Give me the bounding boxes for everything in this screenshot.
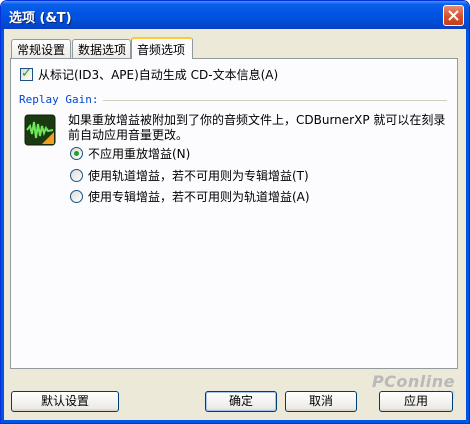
cd-text-checkbox[interactable]: ✓ (20, 66, 33, 81)
group-divider (103, 100, 447, 101)
window-frame-right (466, 29, 469, 423)
window-frame-bottom (1, 420, 469, 423)
ok-button[interactable]: 确定 (205, 391, 277, 412)
radio-no-replay-gain[interactable] (70, 147, 83, 160)
window-frame-left (1, 29, 4, 423)
tab-data[interactable]: 数据选项 (72, 39, 131, 59)
radio-label-album-gain[interactable]: 使用专辑增益，若不可用则为轨道增益(A) (88, 188, 310, 205)
tab-label: 音频选项 (137, 43, 186, 57)
tab-label: 数据选项 (78, 43, 127, 57)
cancel-button[interactable]: 取消 (285, 391, 357, 412)
options-dialog: 选项 (&T) 常规设置 数据选项 音频选项 ✓ 从标记(ID3、APE)自动生… (0, 0, 470, 424)
close-button[interactable] (443, 5, 464, 26)
radio-track-gain[interactable] (70, 169, 83, 182)
audio-options-panel: ✓ 从标记(ID3、APE)自动生成 CD-文本信息(A) Replay Gai… (10, 58, 458, 369)
radio-album-gain[interactable] (70, 190, 83, 203)
window-title: 选项 (&T) (9, 11, 72, 26)
check-icon: ✓ (21, 66, 32, 81)
cd-text-label[interactable]: 从标记(ID3、APE)自动生成 CD-文本信息(A) (38, 66, 278, 83)
radio-label-track-gain[interactable]: 使用轨道增益，若不可用则为专辑增益(T) (88, 167, 309, 184)
radio-label-no-replay-gain[interactable]: 不应用重放增益(N) (88, 145, 190, 162)
tab-audio[interactable]: 音频选项 (131, 37, 193, 59)
close-icon (448, 10, 459, 21)
replay-gain-description-line2: 前自动应用音量更改。 (68, 128, 189, 142)
replay-gain-group-label: Replay Gain: (19, 93, 99, 106)
defaults-button[interactable]: 默认设置 (11, 391, 119, 412)
title-bar[interactable]: 选项 (&T) (1, 1, 469, 29)
radio-selected-dot (74, 151, 79, 156)
apply-button[interactable]: 应用 (379, 391, 453, 412)
replay-gain-icon (24, 114, 56, 146)
tab-label: 常规设置 (17, 43, 66, 57)
tab-general[interactable]: 常规设置 (11, 39, 71, 59)
